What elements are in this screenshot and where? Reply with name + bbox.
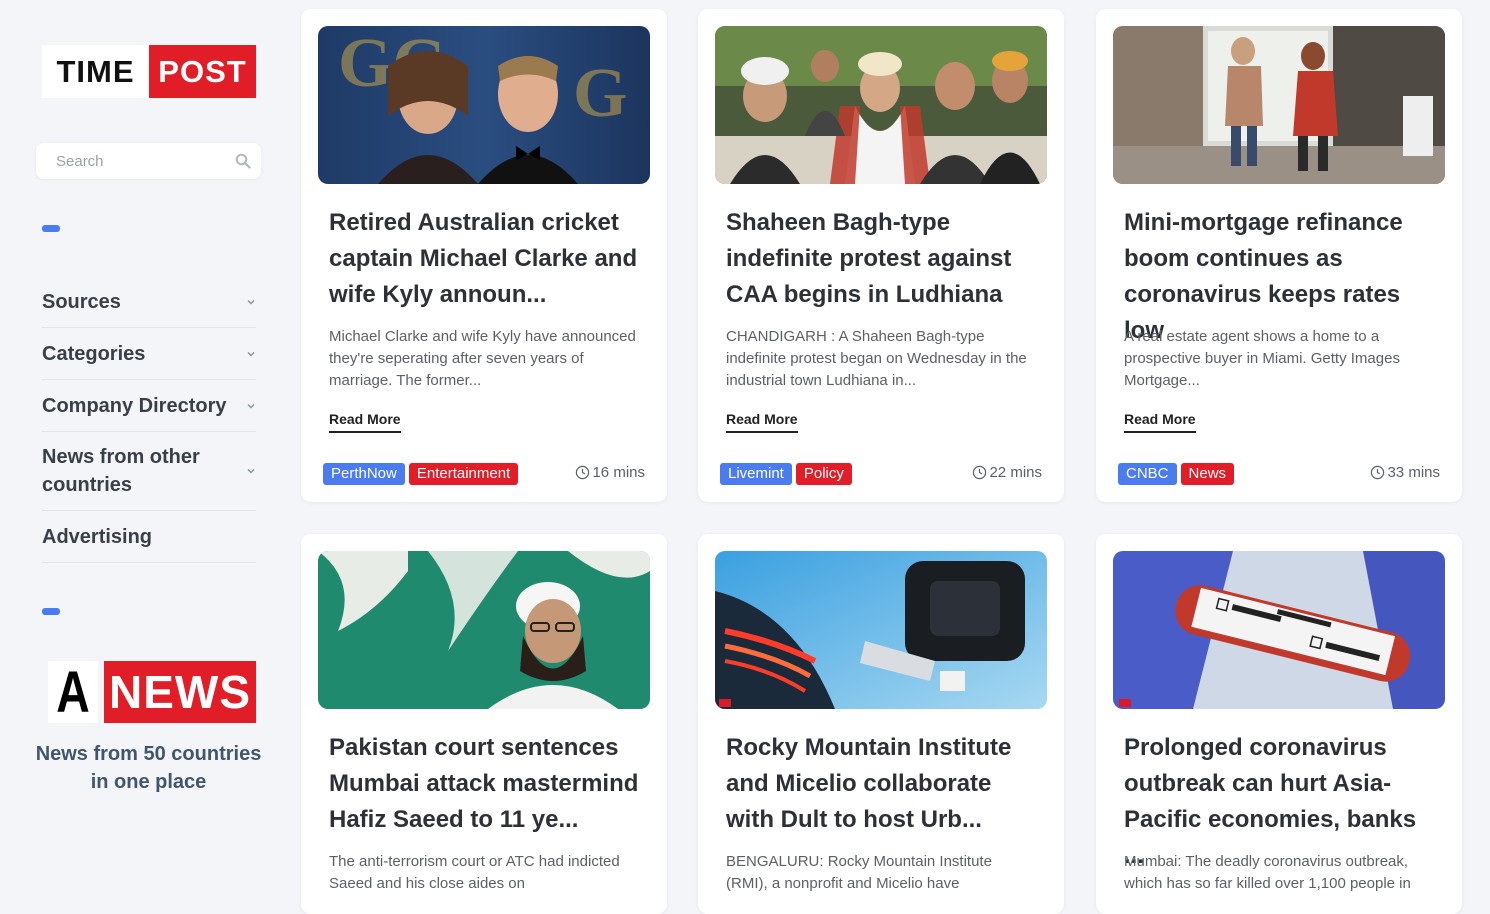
- search-icon[interactable]: [235, 153, 251, 169]
- article-description: CHANDIGARH : A Shaheen Bagh-type indefin…: [726, 328, 1027, 389]
- sidebar: TIME POST Sources Categories Company Dir…: [0, 0, 290, 898]
- article-image[interactable]: [1113, 26, 1445, 184]
- time-label: 33 mins: [1387, 464, 1440, 481]
- article-image[interactable]: [715, 26, 1047, 184]
- article-title[interactable]: Pakistan court sentences Mumbai attack m…: [329, 730, 647, 838]
- article-card[interactable]: Shaheen Bagh-type indefinite protest aga…: [698, 9, 1064, 502]
- source-badge[interactable]: Livemint: [720, 463, 792, 485]
- article-image[interactable]: GG G: [318, 26, 650, 184]
- nav-item-other-countries[interactable]: News from other countries: [42, 432, 256, 511]
- article-tags: CNBC News: [1118, 463, 1235, 485]
- chevron-down-icon: [247, 351, 255, 356]
- time-label: 22 mins: [989, 464, 1042, 481]
- nav-item-company-directory[interactable]: Company Directory: [42, 380, 256, 432]
- article-card[interactable]: Mini-mortgage refinance boom continues a…: [1096, 9, 1462, 502]
- nav-item-label: Advertising: [42, 525, 153, 548]
- article-card[interactable]: Pakistan court sentences Mumbai attack m…: [301, 534, 667, 914]
- nav-item-advertising[interactable]: Advertising: [42, 511, 256, 563]
- sidebar-nav: Sources Categories Company Directory New…: [42, 277, 256, 563]
- promo-tagline: News from 50 countries in one place: [35, 743, 262, 793]
- chevron-down-icon: [247, 469, 255, 474]
- article-description: BENGALURU: Rocky Mountain Institute (RMI…: [726, 853, 992, 892]
- article-description: Mumbai: The deadly coronavirus outbreak,…: [1124, 853, 1411, 892]
- read-more-link[interactable]: Read More: [726, 411, 798, 433]
- article-title[interactable]: Shaheen Bagh-type indefinite protest aga…: [726, 205, 1044, 313]
- clock-icon: [973, 465, 987, 480]
- search-input[interactable]: [54, 152, 228, 171]
- article-card[interactable]: GG G Retired Australian cricket captain …: [301, 9, 667, 502]
- nav-item-label: News from other countries: [42, 446, 200, 496]
- nav-item-label: Categories: [42, 342, 146, 365]
- section-indicator: [42, 225, 60, 232]
- article-description: Michael Clarke and wife Kyly have announ…: [329, 328, 636, 389]
- article-tags: PerthNow Entertainment: [323, 463, 519, 485]
- nav-item-label: Sources: [42, 291, 121, 313]
- section-indicator: [42, 608, 60, 615]
- chevron-down-icon: [247, 300, 255, 305]
- article-time: 16 mins: [575, 464, 645, 481]
- nav-item-sources[interactable]: Sources: [42, 277, 256, 328]
- article-description: The anti-terrorism court or ATC had indi…: [329, 853, 620, 892]
- chevron-down-icon: [247, 403, 255, 408]
- read-more-link[interactable]: Read More: [329, 411, 401, 433]
- clock-icon: [1371, 465, 1385, 480]
- article-title[interactable]: Rocky Mountain Institute and Micelio col…: [726, 730, 1044, 838]
- article-card[interactable]: Rocky Mountain Institute and Micelio col…: [698, 534, 1064, 914]
- source-badge[interactable]: PerthNow: [323, 463, 405, 485]
- article-image[interactable]: [1113, 551, 1445, 709]
- article-time: 33 mins: [1370, 464, 1440, 481]
- site-logo[interactable]: TIME POST: [42, 45, 256, 98]
- category-badge[interactable]: Entertainment: [408, 463, 519, 485]
- category-badge[interactable]: News: [1180, 463, 1235, 485]
- svg-text:G: G: [573, 55, 627, 132]
- clock-icon: [576, 465, 590, 480]
- article-image[interactable]: [318, 551, 650, 709]
- category-badge[interactable]: Policy: [795, 463, 852, 485]
- article-time: 22 mins: [972, 464, 1042, 481]
- source-badge[interactable]: CNBC: [1118, 463, 1177, 485]
- article-title[interactable]: Retired Australian cricket captain Micha…: [329, 205, 647, 313]
- logo-time: TIME: [42, 45, 149, 98]
- anews-logo-news: NEWS: [104, 661, 256, 723]
- search-box: [36, 143, 261, 179]
- article-tags: Livemint Policy: [720, 463, 852, 485]
- article-description: A real estate agent shows a home to a pr…: [1124, 328, 1400, 389]
- nav-item-categories[interactable]: Categories: [42, 328, 256, 380]
- anews-logo-a: A: [48, 660, 98, 725]
- read-more-link[interactable]: Read More: [1124, 411, 1196, 433]
- article-card[interactable]: Prolonged coronavirus outbreak can hurt …: [1096, 534, 1462, 914]
- logo-post: POST: [149, 45, 256, 98]
- anews-logo[interactable]: A NEWS: [42, 660, 256, 725]
- article-image[interactable]: [715, 551, 1047, 709]
- time-label: 16 mins: [592, 464, 645, 481]
- nav-item-label: Company Directory: [42, 394, 227, 417]
